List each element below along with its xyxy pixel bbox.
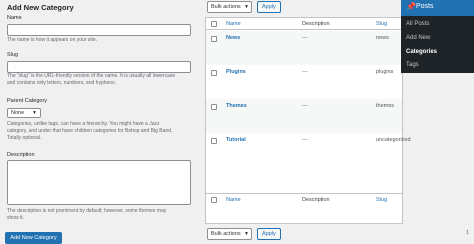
category-name-link[interactable]: Themes	[226, 103, 247, 109]
description-help-line-2: show it.	[7, 215, 24, 221]
parent-help-line-2: category, and under that have children c…	[7, 128, 173, 134]
bulk-actions-label: Bulk actions	[211, 4, 241, 10]
table-header: Name Description Slug	[206, 18, 402, 30]
description-help-line-1: The description is not prominent by defa…	[7, 208, 167, 214]
chevron-down-icon: ▼	[244, 4, 249, 10]
category-description: —	[302, 69, 308, 75]
table-row: Themes — themes	[206, 99, 402, 133]
categories-table: Name Description Slug News — news Plugin…	[205, 17, 411, 224]
column-slug-header[interactable]: Slug	[376, 21, 387, 27]
column-name-header[interactable]: Name	[226, 21, 241, 27]
column-description-footer: Description	[302, 197, 330, 203]
parent-category-label: Parent Category	[7, 98, 48, 104]
bulk-actions-select-bottom[interactable]: Bulk actions ▼	[207, 228, 252, 240]
column-description-header: Description	[302, 21, 330, 27]
category-slug: themes	[376, 103, 395, 109]
slug-help-line-2: and contains only letters, numbers, and …	[7, 80, 116, 86]
table-row: Tutorial — uncategorized	[206, 133, 411, 193]
category-description: —	[302, 35, 308, 41]
row-checkbox[interactable]	[211, 36, 217, 42]
description-label: Description	[7, 152, 35, 158]
row-checkbox[interactable]	[211, 138, 217, 144]
parent-category-selected: None	[11, 110, 25, 116]
menu-item-tags[interactable]: Tags	[406, 62, 419, 68]
menu-item-add-new[interactable]: Add New	[406, 35, 430, 41]
column-slug-footer[interactable]: Slug	[376, 197, 387, 203]
bulk-actions-select-top[interactable]: Bulk actions ▼	[207, 1, 252, 13]
name-input[interactable]	[7, 24, 191, 36]
slug-help-line-1: The “slug” is the URL-friendly version o…	[7, 73, 176, 79]
apply-button-bottom[interactable]: Apply	[257, 228, 281, 240]
table-row: News — news	[206, 31, 402, 65]
parent-category-select[interactable]: None ▼	[7, 108, 41, 118]
name-help: The name is how it appears on your site.	[7, 37, 98, 43]
add-new-category-button[interactable]: Add New Category	[5, 232, 62, 244]
chevron-down-icon: ▼	[244, 231, 249, 237]
posts-menu-header[interactable]: 📌 Posts	[401, 0, 474, 16]
row-checkbox[interactable]	[211, 70, 217, 76]
category-name-link[interactable]: Tutorial	[226, 137, 246, 143]
form-heading: Add New Category	[7, 3, 74, 12]
description-textarea[interactable]	[7, 160, 191, 205]
row-checkbox[interactable]	[211, 104, 217, 110]
category-slug: plugins	[376, 69, 394, 75]
slug-label: Slug	[7, 52, 19, 58]
pushpin-icon: 📌	[406, 2, 416, 11]
select-all-checkbox-footer[interactable]	[211, 197, 217, 203]
add-category-form: Add New Category Name The name is how it…	[0, 0, 198, 244]
table-row: Plugins — plugins	[206, 65, 402, 99]
select-all-checkbox[interactable]	[211, 21, 217, 27]
admin-posts-menu: 📌 Posts All Posts Add New Categories Tag…	[401, 0, 474, 73]
posts-menu-title: Posts	[416, 3, 434, 10]
category-name-link[interactable]: Plugins	[226, 69, 246, 75]
category-slug: uncategorized	[376, 137, 411, 143]
menu-item-categories[interactable]: Categories	[406, 49, 437, 55]
pagination-bottom: 1	[466, 230, 470, 236]
slug-input[interactable]	[7, 61, 191, 73]
name-label: Name	[7, 15, 22, 21]
category-slug: news	[376, 35, 389, 41]
chevron-down-icon: ▼	[32, 110, 37, 116]
parent-help-line-1: Categories, unlike tags, can have a hier…	[7, 121, 160, 127]
category-description: —	[302, 137, 308, 143]
category-description: —	[302, 103, 308, 109]
category-name-link[interactable]: News	[226, 35, 240, 41]
parent-help-line-3: Totally optional.	[7, 135, 42, 141]
menu-item-all-posts[interactable]: All Posts	[406, 21, 429, 27]
bulk-actions-label: Bulk actions	[211, 231, 241, 237]
table-footer: Name Description Slug	[206, 193, 402, 205]
column-name-footer[interactable]: Name	[226, 197, 241, 203]
apply-button-top[interactable]: Apply	[257, 1, 281, 13]
